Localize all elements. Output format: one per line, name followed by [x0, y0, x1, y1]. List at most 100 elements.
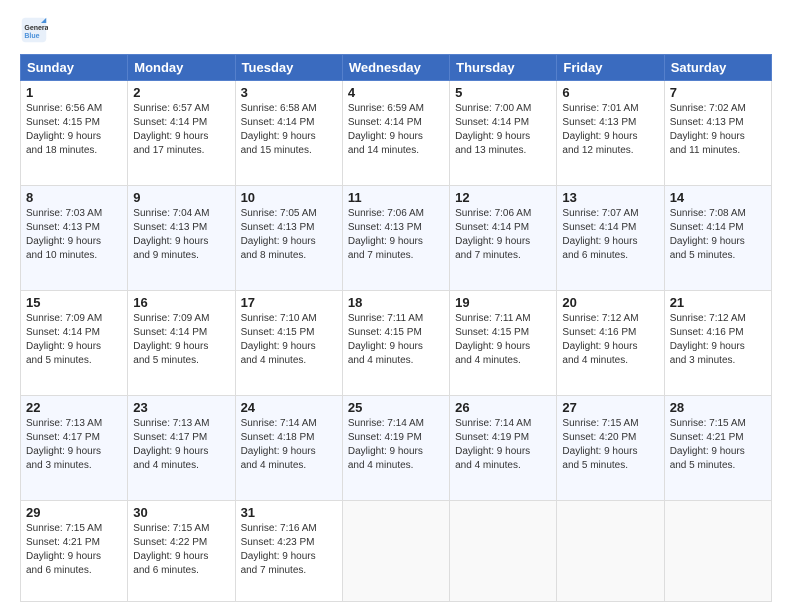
- day-number: 18: [348, 295, 444, 310]
- cell-content: Sunrise: 7:00 AM Sunset: 4:14 PM Dayligh…: [455, 102, 551, 158]
- day-number: 3: [241, 85, 337, 100]
- day-number: 8: [26, 190, 122, 205]
- cell-content: Sunrise: 7:11 AM Sunset: 4:15 PM Dayligh…: [348, 312, 444, 368]
- header: General Blue: [20, 16, 772, 44]
- weekday-header: Tuesday: [235, 55, 342, 81]
- cell-content: Sunrise: 6:59 AM Sunset: 4:14 PM Dayligh…: [348, 102, 444, 158]
- day-number: 28: [670, 400, 766, 415]
- day-number: 29: [26, 505, 122, 520]
- calendar-cell: 30 Sunrise: 7:15 AM Sunset: 4:22 PM Dayli…: [128, 500, 235, 601]
- day-number: 4: [348, 85, 444, 100]
- cell-content: Sunrise: 7:14 AM Sunset: 4:18 PM Dayligh…: [241, 417, 337, 473]
- day-number: 6: [562, 85, 658, 100]
- cell-content: Sunrise: 7:02 AM Sunset: 4:13 PM Dayligh…: [670, 102, 766, 158]
- calendar-cell: 21Sunrise: 7:12 AM Sunset: 4:16 PM Dayli…: [664, 290, 771, 395]
- cell-content: Sunrise: 6:56 AM Sunset: 4:15 PM Dayligh…: [26, 102, 122, 158]
- calendar-cell: 4 Sunrise: 6:59 AM Sunset: 4:14 PM Daylig…: [342, 81, 449, 186]
- cell-content: Sunrise: 7:09 AM Sunset: 4:14 PM Dayligh…: [26, 312, 122, 368]
- day-number: 11: [348, 190, 444, 205]
- calendar-cell: 5 Sunrise: 7:00 AM Sunset: 4:14 PM Daylig…: [450, 81, 557, 186]
- day-number: 10: [241, 190, 337, 205]
- day-number: 12: [455, 190, 551, 205]
- calendar-cell: [342, 500, 449, 601]
- calendar-cell: 25Sunrise: 7:14 AM Sunset: 4:19 PM Dayli…: [342, 395, 449, 500]
- cell-content: Sunrise: 7:05 AM Sunset: 4:13 PM Dayligh…: [241, 207, 337, 263]
- weekday-header: Sunday: [21, 55, 128, 81]
- day-number: 26: [455, 400, 551, 415]
- calendar-cell: 22 Sunrise: 7:13 AM Sunset: 4:17 PM Dayli…: [21, 395, 128, 500]
- calendar-cell: 3 Sunrise: 6:58 AM Sunset: 4:14 PM Daylig…: [235, 81, 342, 186]
- calendar-cell: 26 Sunrise: 7:14 AM Sunset: 4:19 PM Dayli…: [450, 395, 557, 500]
- calendar-cell: 28 Sunrise: 7:15 AM Sunset: 4:21 PM Dayli…: [664, 395, 771, 500]
- day-number: 25: [348, 400, 444, 415]
- cell-content: Sunrise: 6:57 AM Sunset: 4:14 PM Dayligh…: [133, 102, 229, 158]
- calendar-cell: [664, 500, 771, 601]
- calendar-week-row: 15 Sunrise: 7:09 AM Sunset: 4:14 PM Dayli…: [21, 290, 772, 395]
- svg-text:General: General: [24, 25, 48, 32]
- calendar-cell: 7Sunrise: 7:02 AM Sunset: 4:13 PM Daylig…: [664, 81, 771, 186]
- svg-text:Blue: Blue: [24, 33, 39, 40]
- calendar-table: SundayMondayTuesdayWednesdayThursdayFrid…: [20, 54, 772, 602]
- weekday-header: Wednesday: [342, 55, 449, 81]
- day-number: 2: [133, 85, 229, 100]
- day-number: 14: [670, 190, 766, 205]
- cell-content: Sunrise: 7:15 AM Sunset: 4:21 PM Dayligh…: [670, 417, 766, 473]
- day-number: 19: [455, 295, 551, 310]
- calendar-cell: 24 Sunrise: 7:14 AM Sunset: 4:18 PM Dayli…: [235, 395, 342, 500]
- cell-content: Sunrise: 7:01 AM Sunset: 4:13 PM Dayligh…: [562, 102, 658, 158]
- cell-content: Sunrise: 7:03 AM Sunset: 4:13 PM Dayligh…: [26, 207, 122, 263]
- calendar-cell: 13Sunrise: 7:07 AM Sunset: 4:14 PM Dayli…: [557, 185, 664, 290]
- day-number: 30: [133, 505, 229, 520]
- cell-content: Sunrise: 7:09 AM Sunset: 4:14 PM Dayligh…: [133, 312, 229, 368]
- calendar-cell: 29 Sunrise: 7:15 AM Sunset: 4:21 PM Dayli…: [21, 500, 128, 601]
- day-number: 24: [241, 400, 337, 415]
- cell-content: Sunrise: 7:15 AM Sunset: 4:21 PM Dayligh…: [26, 522, 122, 578]
- calendar-cell: 8 Sunrise: 7:03 AM Sunset: 4:13 PM Daylig…: [21, 185, 128, 290]
- day-number: 31: [241, 505, 337, 520]
- day-number: 13: [562, 190, 658, 205]
- calendar-cell: 31 Sunrise: 7:16 AM Sunset: 4:23 PM Dayli…: [235, 500, 342, 601]
- cell-content: Sunrise: 7:06 AM Sunset: 4:14 PM Dayligh…: [455, 207, 551, 263]
- calendar-header-row: SundayMondayTuesdayWednesdayThursdayFrid…: [21, 55, 772, 81]
- calendar-week-row: 22 Sunrise: 7:13 AM Sunset: 4:17 PM Dayli…: [21, 395, 772, 500]
- weekday-header: Friday: [557, 55, 664, 81]
- weekday-header: Saturday: [664, 55, 771, 81]
- calendar-cell: 10 Sunrise: 7:05 AM Sunset: 4:13 PM Dayli…: [235, 185, 342, 290]
- cell-content: Sunrise: 7:13 AM Sunset: 4:17 PM Dayligh…: [26, 417, 122, 473]
- calendar-cell: 19Sunrise: 7:11 AM Sunset: 4:15 PM Dayli…: [450, 290, 557, 395]
- calendar-cell: 11Sunrise: 7:06 AM Sunset: 4:13 PM Dayli…: [342, 185, 449, 290]
- cell-content: Sunrise: 7:15 AM Sunset: 4:20 PM Dayligh…: [562, 417, 658, 473]
- calendar-cell: 17 Sunrise: 7:10 AM Sunset: 4:15 PM Dayli…: [235, 290, 342, 395]
- calendar-cell: 23 Sunrise: 7:13 AM Sunset: 4:17 PM Dayli…: [128, 395, 235, 500]
- day-number: 9: [133, 190, 229, 205]
- day-number: 15: [26, 295, 122, 310]
- cell-content: Sunrise: 7:10 AM Sunset: 4:15 PM Dayligh…: [241, 312, 337, 368]
- calendar-cell: [450, 500, 557, 601]
- calendar-week-row: 8 Sunrise: 7:03 AM Sunset: 4:13 PM Daylig…: [21, 185, 772, 290]
- day-number: 22: [26, 400, 122, 415]
- cell-content: Sunrise: 7:14 AM Sunset: 4:19 PM Dayligh…: [455, 417, 551, 473]
- calendar-cell: 18 Sunrise: 7:11 AM Sunset: 4:15 PM Dayli…: [342, 290, 449, 395]
- day-number: 5: [455, 85, 551, 100]
- day-number: 27: [562, 400, 658, 415]
- cell-content: Sunrise: 7:04 AM Sunset: 4:13 PM Dayligh…: [133, 207, 229, 263]
- day-number: 23: [133, 400, 229, 415]
- cell-content: Sunrise: 6:58 AM Sunset: 4:14 PM Dayligh…: [241, 102, 337, 158]
- cell-content: Sunrise: 7:16 AM Sunset: 4:23 PM Dayligh…: [241, 522, 337, 578]
- calendar-cell: 16 Sunrise: 7:09 AM Sunset: 4:14 PM Dayli…: [128, 290, 235, 395]
- calendar-cell: 20Sunrise: 7:12 AM Sunset: 4:16 PM Dayli…: [557, 290, 664, 395]
- cell-content: Sunrise: 7:15 AM Sunset: 4:22 PM Dayligh…: [133, 522, 229, 578]
- logo-icon: General Blue: [20, 16, 48, 44]
- page: General Blue SundayMondayTuesdayWednesda…: [0, 0, 792, 612]
- calendar-cell: [557, 500, 664, 601]
- cell-content: Sunrise: 7:12 AM Sunset: 4:16 PM Dayligh…: [670, 312, 766, 368]
- calendar-cell: 12 Sunrise: 7:06 AM Sunset: 4:14 PM Dayli…: [450, 185, 557, 290]
- calendar-cell: 1Sunrise: 6:56 AM Sunset: 4:15 PM Daylig…: [21, 81, 128, 186]
- day-number: 17: [241, 295, 337, 310]
- calendar-week-row: 1Sunrise: 6:56 AM Sunset: 4:15 PM Daylig…: [21, 81, 772, 186]
- calendar-cell: 6 Sunrise: 7:01 AM Sunset: 4:13 PM Daylig…: [557, 81, 664, 186]
- day-number: 16: [133, 295, 229, 310]
- logo: General Blue: [20, 16, 52, 44]
- calendar-cell: 9 Sunrise: 7:04 AM Sunset: 4:13 PM Daylig…: [128, 185, 235, 290]
- cell-content: Sunrise: 7:13 AM Sunset: 4:17 PM Dayligh…: [133, 417, 229, 473]
